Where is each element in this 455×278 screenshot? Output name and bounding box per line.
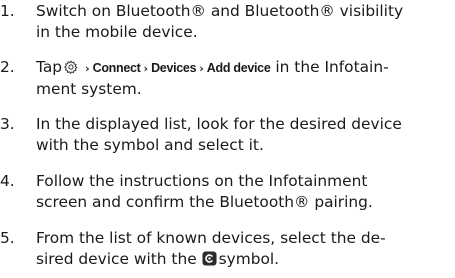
connected-device-symbol-icon [202,251,217,266]
step-text: Follow the instructions on the Infotainm… [36,171,454,213]
menu-path-devices: Devices [151,61,197,75]
step-text-after: symbol. [218,250,280,268]
step-text: Tap › Connect › Devices › Add device in the In… [36,57,454,100]
step-line: in the mobile device. [36,23,198,41]
step-line: In the displayed list, look for the desi… [36,115,402,133]
step-line: Tap › Connect › Devices › Add device in the In… [36,57,454,79]
step-number: 4. [0,172,15,190]
step-text: In the displayed list, look for the desi… [36,114,454,156]
instruction-list: 1. Switch on Bluetooth® and Bluetooth® v… [0,0,455,278]
step-number: 3. [0,115,15,133]
step-text-after: in the Infotain- [275,58,389,76]
step-line: with the symbol and select it. [36,136,264,154]
arrow: › [143,62,149,75]
menu-path-add-device: Add device [206,61,271,75]
step-text: Switch on Bluetooth® and Bluetooth® visi… [36,1,454,43]
step-number: 2. [0,58,15,76]
step-text: From the list of known devices, select t… [36,228,454,270]
menu-path-connect: Connect [92,61,141,75]
step-line: screen and confirm the Bluetooth® pairin… [36,193,373,211]
settings-gear-icon [64,60,78,74]
step-line: From the list of known devices, select t… [36,229,386,247]
step-text-before: sired device with the [36,250,197,268]
arrow: › [199,62,204,75]
step-line: Switch on Bluetooth® and Bluetooth® visi… [36,2,404,20]
tap-word: Tap [36,58,63,76]
step-line: ment system. [36,80,142,98]
arrow: › [85,62,90,75]
step-line: sired device with the symbol. [36,249,454,270]
step-number: 1. [0,2,15,20]
step-line: Follow the instructions on the Infotainm… [36,172,368,190]
step-number: 5. [0,229,15,247]
